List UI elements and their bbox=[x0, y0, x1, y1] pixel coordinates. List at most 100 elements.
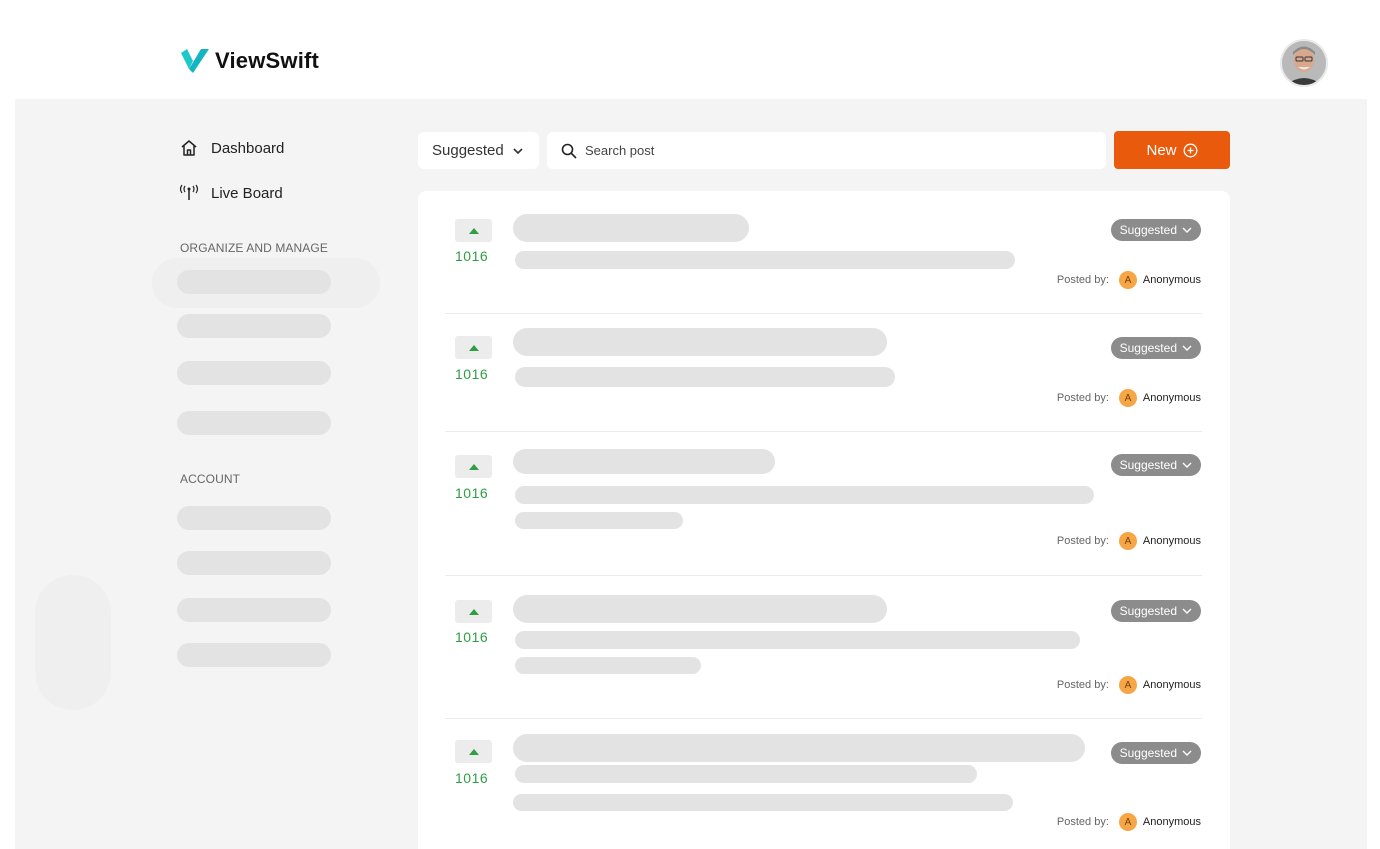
status-label: Suggested bbox=[1119, 604, 1177, 618]
brand-name: ViewSwift bbox=[215, 48, 320, 73]
sidebar-nav: Dashboard Live Board bbox=[179, 137, 284, 227]
upvote-button[interactable] bbox=[455, 740, 492, 763]
author-avatar: A bbox=[1118, 813, 1137, 831]
vote-count: 1016 bbox=[455, 485, 489, 501]
author-name: Anonymous bbox=[1142, 816, 1201, 828]
vote-count: 1016 bbox=[455, 629, 489, 645]
sort-dropdown[interactable]: Suggested bbox=[418, 132, 539, 169]
sidebar-item-placeholder bbox=[177, 643, 331, 667]
search-input[interactable] bbox=[585, 143, 1065, 158]
status-badge[interactable]: Suggested bbox=[1110, 742, 1201, 764]
search-icon bbox=[561, 143, 577, 159]
logo[interactable]: ViewSwift bbox=[179, 47, 319, 75]
caret-up-icon bbox=[468, 608, 479, 615]
list-item[interactable]: 1016 Suggested Posted by: A Anonymous bbox=[445, 734, 1202, 849]
author-avatar: A bbox=[1118, 532, 1137, 550]
status-label: Suggested bbox=[1119, 746, 1177, 760]
title-placeholder bbox=[513, 214, 749, 242]
posted-by-label: Posted by: bbox=[1056, 679, 1109, 691]
vote-count: 1016 bbox=[455, 770, 489, 786]
status-label: Suggested bbox=[1119, 223, 1177, 237]
author-name: Anonymous bbox=[1142, 679, 1201, 691]
list-item[interactable]: 1016 Suggested Posted by: A Anonymous bbox=[445, 449, 1202, 569]
description-placeholder bbox=[515, 765, 977, 783]
chevron-down-icon bbox=[1182, 345, 1192, 351]
status-badge[interactable]: Suggested bbox=[1110, 219, 1201, 241]
app-frame: ViewSwift Dashboard Live Board ORGANIZE … bbox=[15, 15, 1367, 849]
status-label: Suggested bbox=[1119, 341, 1177, 355]
posted-by: Posted by: A Anonymous bbox=[1057, 676, 1201, 694]
author-avatar: A bbox=[1118, 676, 1137, 694]
divider bbox=[445, 431, 1202, 432]
new-post-button-label: New bbox=[1146, 141, 1177, 159]
user-photo-icon bbox=[1282, 41, 1326, 85]
caret-up-icon bbox=[468, 344, 479, 351]
status-label: Suggested bbox=[1119, 458, 1177, 472]
broadcast-icon bbox=[179, 183, 199, 203]
list-item[interactable]: 1016 Suggested Posted by: A Anonymous bbox=[445, 214, 1202, 314]
chevron-down-icon bbox=[1182, 608, 1192, 614]
title-placeholder bbox=[513, 595, 887, 623]
posted-by-label: Posted by: bbox=[1056, 535, 1109, 547]
list-item[interactable]: 1016 Suggested Posted by: A Anonymous bbox=[445, 595, 1202, 715]
posted-by: Posted by: A Anonymous bbox=[1057, 271, 1201, 289]
posted-by-label: Posted by: bbox=[1056, 816, 1109, 828]
upvote-button[interactable] bbox=[455, 600, 492, 623]
status-badge[interactable]: Suggested bbox=[1110, 454, 1201, 476]
title-placeholder bbox=[513, 328, 887, 356]
upvote-button[interactable] bbox=[455, 219, 492, 242]
divider bbox=[445, 575, 1202, 576]
sidebar-item-placeholder bbox=[177, 411, 331, 435]
posted-by-label: Posted by: bbox=[1056, 392, 1109, 404]
chevron-down-icon bbox=[1182, 462, 1192, 468]
caret-up-icon bbox=[468, 748, 479, 755]
posted-by: Posted by: A Anonymous bbox=[1057, 532, 1201, 550]
caret-up-icon bbox=[468, 463, 479, 470]
author-avatar: A bbox=[1118, 271, 1137, 289]
chevron-down-icon bbox=[1182, 750, 1192, 756]
sidebar-item-placeholder bbox=[177, 551, 331, 575]
description-placeholder bbox=[515, 631, 1080, 649]
caret-up-icon bbox=[468, 227, 479, 234]
post-list: 1016 Suggested Posted by: A Anonymous 1016… bbox=[418, 191, 1230, 849]
top-bar: ViewSwift bbox=[15, 15, 1367, 99]
new-post-button[interactable]: New bbox=[1114, 131, 1230, 169]
vote-count: 1016 bbox=[455, 366, 489, 382]
sidebar-item-placeholder bbox=[177, 361, 331, 385]
description-placeholder bbox=[515, 251, 1015, 269]
title-placeholder bbox=[513, 734, 1085, 762]
chevron-down-icon bbox=[513, 147, 523, 154]
home-icon bbox=[179, 138, 199, 158]
description-placeholder bbox=[515, 512, 683, 529]
list-item[interactable]: 1016 Suggested Posted by: A Anonymous bbox=[445, 328, 1202, 428]
user-avatar[interactable] bbox=[1280, 39, 1328, 87]
sidebar-item-label: Dashboard bbox=[211, 139, 285, 157]
divider bbox=[445, 313, 1202, 314]
posted-by-label: Posted by: bbox=[1056, 274, 1109, 286]
divider bbox=[445, 718, 1202, 719]
sidebar-item-placeholder bbox=[177, 314, 331, 338]
background-decoration bbox=[35, 575, 111, 710]
description-placeholder bbox=[513, 794, 1013, 811]
description-placeholder bbox=[515, 486, 1094, 504]
sidebar-item-live-board[interactable]: Live Board bbox=[179, 182, 284, 204]
upvote-button[interactable] bbox=[455, 455, 492, 478]
sidebar-item-label: Live Board bbox=[211, 184, 283, 202]
status-badge[interactable]: Suggested bbox=[1110, 600, 1201, 622]
description-placeholder bbox=[515, 367, 895, 387]
sort-dropdown-label: Suggested bbox=[432, 142, 504, 159]
sidebar-item-placeholder bbox=[177, 270, 331, 294]
upvote-button[interactable] bbox=[455, 336, 492, 359]
author-name: Anonymous bbox=[1142, 392, 1201, 404]
plus-circle-icon bbox=[1183, 143, 1197, 157]
search-box[interactable] bbox=[547, 132, 1106, 169]
status-badge[interactable]: Suggested bbox=[1110, 337, 1201, 359]
section-label-organize: ORGANIZE AND MANAGE bbox=[180, 241, 328, 255]
posted-by: Posted by: A Anonymous bbox=[1057, 389, 1201, 407]
title-placeholder bbox=[513, 449, 775, 474]
author-name: Anonymous bbox=[1142, 274, 1201, 286]
vote-count: 1016 bbox=[455, 248, 489, 264]
sidebar-item-dashboard[interactable]: Dashboard bbox=[179, 137, 284, 159]
sidebar-item-placeholder bbox=[177, 598, 331, 622]
section-label-account: ACCOUNT bbox=[180, 472, 241, 486]
